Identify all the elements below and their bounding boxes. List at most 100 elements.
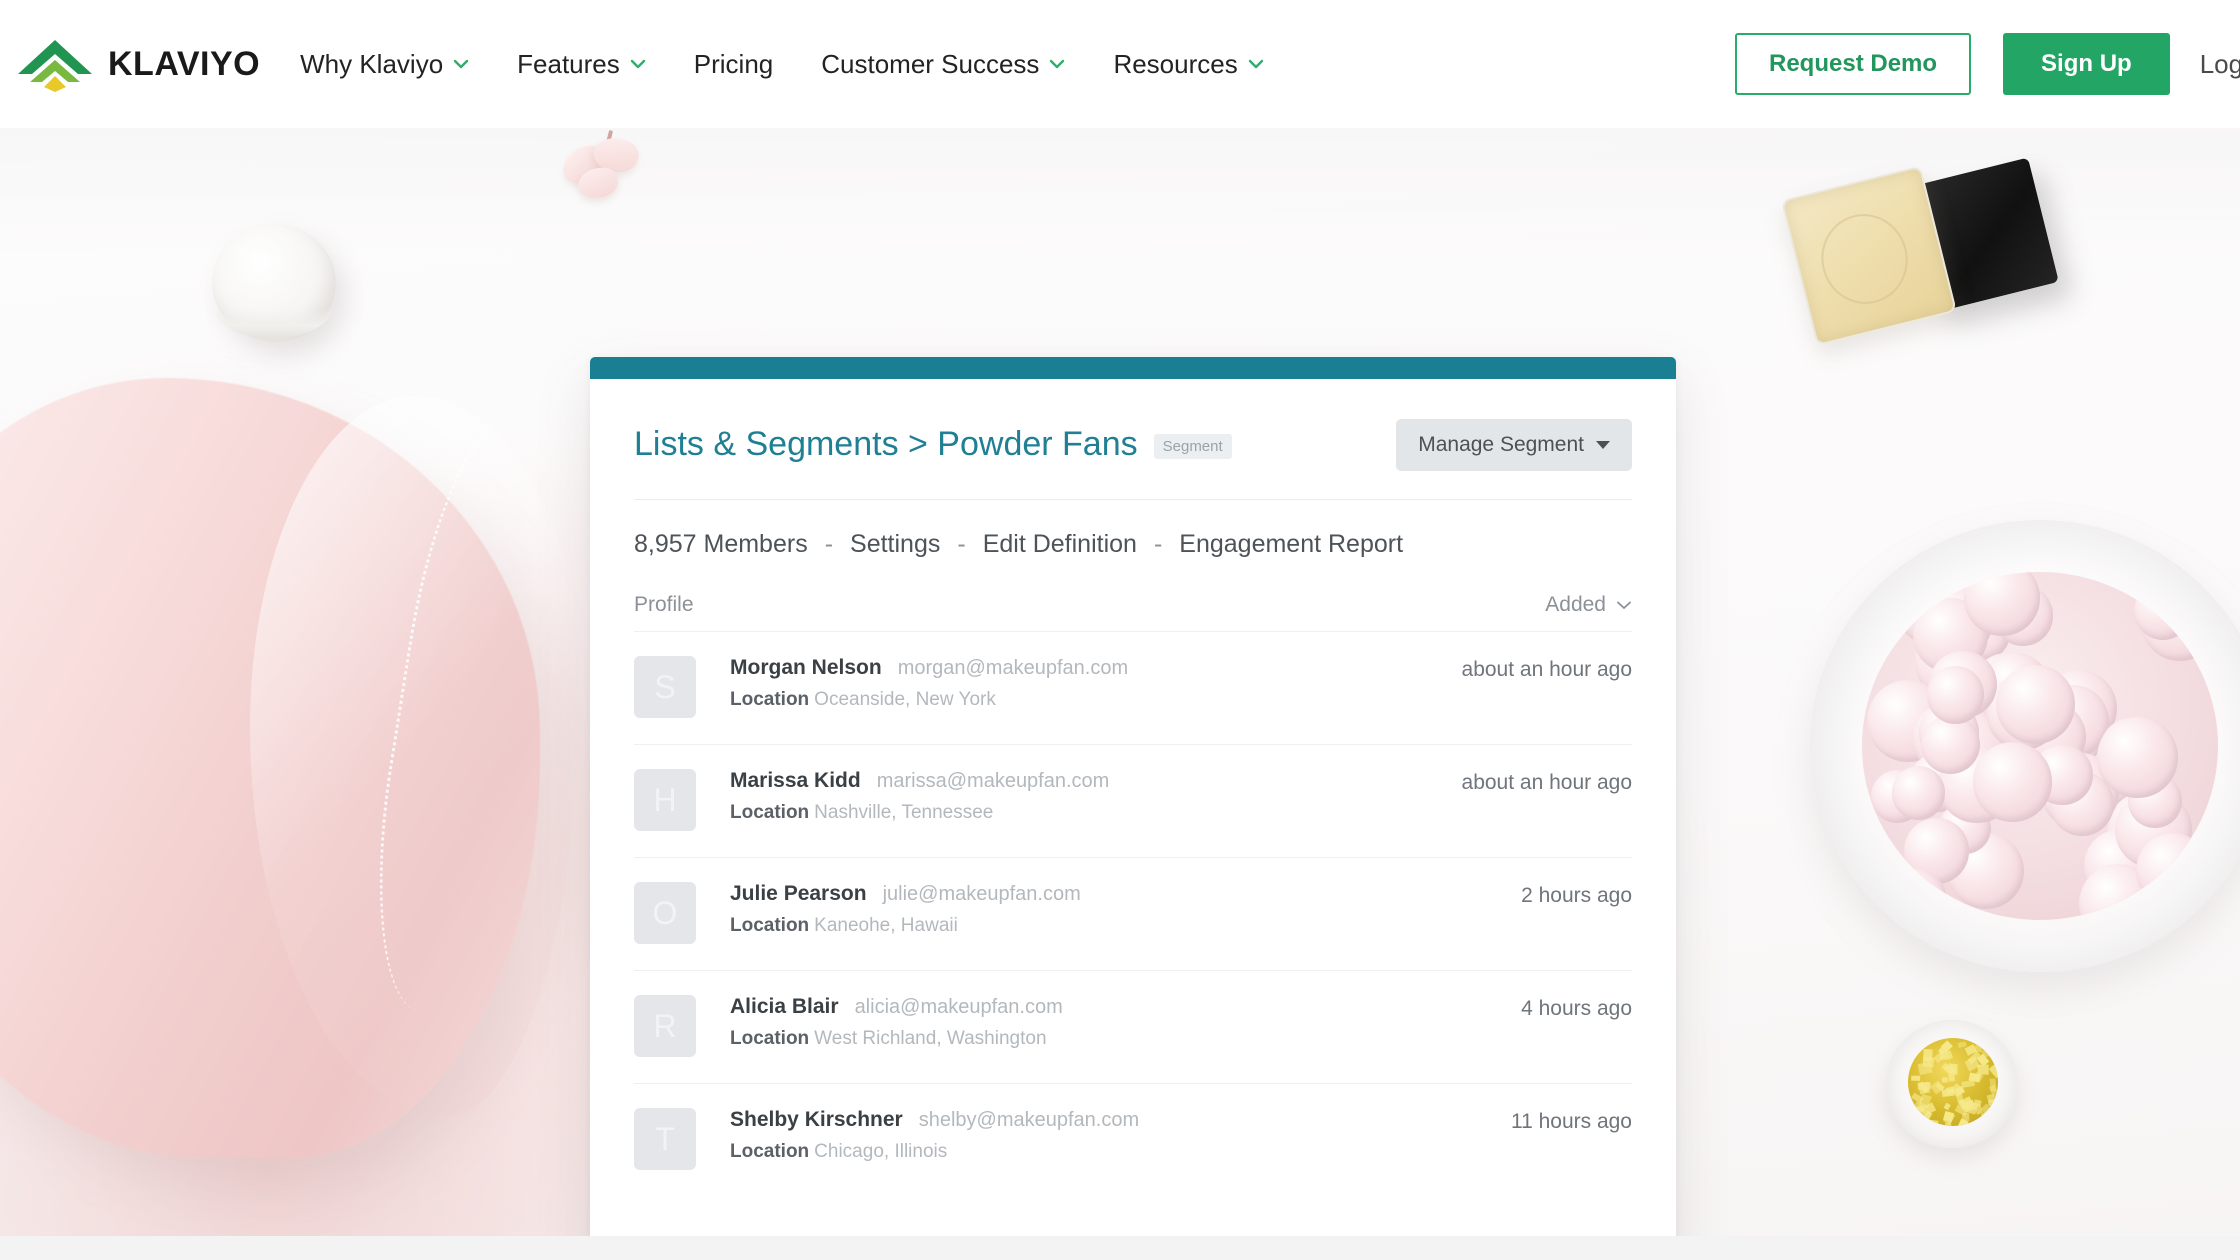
pearl — [2133, 581, 2192, 640]
subnav-separator: - — [1153, 530, 1163, 558]
profile-added-time: 11 hours ago — [1510, 1110, 1632, 1133]
profile-identity: Julie Pearson julie@makeupfan.com — [730, 882, 1497, 906]
profile-row[interactable]: S Morgan Nelson morgan@makeupfan.com Loc… — [634, 631, 1632, 744]
glitter-flake — [1941, 1087, 1955, 1097]
pearl — [2135, 832, 2210, 908]
profile-name[interactable]: Julie Pearson — [730, 882, 867, 906]
site-navbar: KLAVIYO Why Klaviyo Features Pricing Cus… — [0, 0, 2240, 128]
glitter-flake — [1910, 1076, 1921, 1082]
profile-row[interactable]: T Shelby Kirschner shelby@makeupfan.com … — [634, 1083, 1632, 1196]
profile-details: Shelby Kirschner shelby@makeupfan.com Lo… — [730, 1106, 1487, 1163]
subnav-separator: - — [957, 530, 966, 558]
location-value: Nashville, Tennessee — [814, 802, 994, 823]
location-value: Oceanside, New York — [814, 689, 996, 710]
pearl — [1891, 766, 1946, 820]
profile-location: Location Kaneohe, Hawaii — [730, 915, 1497, 937]
profile-row[interactable]: H Marissa Kidd marissa@makeupfan.com Loc… — [634, 744, 1632, 857]
nav-item-label: Why Klaviyo — [300, 48, 444, 79]
profile-email: julie@makeupfan.com — [882, 883, 1081, 905]
avatar: S — [634, 656, 696, 718]
log-in-link[interactable]: Log In — [2200, 49, 2240, 80]
nav-actions: Request Demo Sign Up Log In — [1735, 0, 2240, 128]
hero-section: Lists & Segments > Powder Fans Segment M… — [0, 128, 2240, 1260]
profile-row[interactable]: R Alicia Blair alicia@makeupfan.com Loca… — [634, 970, 1632, 1083]
location-value: West Richland, Washington — [814, 1028, 1047, 1049]
location-value: Kaneohe, Hawaii — [814, 915, 958, 936]
sign-up-button[interactable]: Sign Up — [2003, 33, 2170, 95]
chevron-down-icon — [1617, 601, 1631, 609]
profile-added-time: about an hour ago — [1461, 771, 1632, 794]
brand-logo[interactable]: KLAVIYO — [14, 34, 260, 94]
profile-added-time: 4 hours ago — [1521, 997, 1632, 1020]
nav-item-resources[interactable]: Resources — [1113, 49, 1263, 80]
profile-email: marissa@makeupfan.com — [876, 770, 1110, 792]
profile-name[interactable]: Morgan Nelson — [730, 656, 882, 680]
location-value: Chicago, Illinois — [814, 1141, 948, 1162]
pearl — [2097, 717, 2178, 798]
location-label: Location — [730, 802, 810, 823]
chevron-down-icon — [1050, 59, 1065, 69]
subnav-item-engagement-report[interactable]: Engagement Report — [1179, 530, 1403, 559]
profile-name[interactable]: Alicia Blair — [730, 995, 839, 1019]
manage-segment-button[interactable]: Manage Segment — [1396, 419, 1632, 471]
nav-item-features[interactable]: Features — [517, 49, 646, 80]
glitter-flake — [1995, 1105, 1998, 1119]
breadcrumb-text[interactable]: Lists & Segments > Powder Fans — [634, 425, 1138, 464]
avatar: T — [634, 1108, 696, 1170]
profile-row[interactable]: O Julie Pearson julie@makeupfan.com Loca… — [634, 857, 1632, 970]
card-accent-bar — [590, 357, 1676, 379]
profile-location: Location Nashville, Tennessee — [730, 802, 1438, 824]
profile-location: Location Oceanside, New York — [730, 689, 1438, 711]
nav-item-label: Resources — [1113, 48, 1238, 79]
nav-item-pricing[interactable]: Pricing — [694, 49, 773, 80]
glitter-flake — [1947, 1070, 1955, 1082]
glitter-flake — [1941, 1077, 1948, 1083]
profile-name[interactable]: Marissa Kidd — [730, 769, 861, 793]
glitter-flake — [1988, 1099, 1995, 1106]
nav-item-why-klaviyo[interactable]: Why Klaviyo — [300, 49, 469, 80]
glitter-flake — [1961, 1080, 1976, 1089]
profile-details: Morgan Nelson morgan@makeupfan.com Locat… — [730, 654, 1438, 711]
subnav-item-members: 8,957 Members — [634, 530, 808, 558]
location-label: Location — [730, 689, 810, 710]
nav-item-label: Features — [517, 48, 620, 79]
dried-flower-decoration — [557, 128, 646, 206]
pearl — [1995, 665, 2075, 744]
pearl — [1972, 742, 2053, 822]
caret-down-icon — [1596, 441, 1610, 449]
glitter-flake — [1943, 1102, 1952, 1111]
avatar: H — [634, 769, 696, 831]
card-body: Lists & Segments > Powder Fans Segment M… — [590, 379, 1676, 1196]
location-label: Location — [730, 1141, 810, 1162]
location-label: Location — [730, 915, 810, 936]
chevron-down-icon — [1248, 59, 1263, 69]
profile-list-header: Profile Added — [634, 593, 1632, 631]
manage-segment-label: Manage Segment — [1418, 433, 1584, 456]
subnav-item-settings[interactable]: Settings — [850, 530, 940, 559]
profile-column-label: Profile — [634, 593, 694, 616]
profile-email: alicia@makeupfan.com — [854, 996, 1063, 1018]
profile-identity: Morgan Nelson morgan@makeupfan.com — [730, 656, 1438, 680]
glitter-flake — [1988, 1064, 1998, 1079]
gold-glitter-jar-decoration — [1886, 1020, 2018, 1148]
card-header: Lists & Segments > Powder Fans Segment M… — [634, 379, 1632, 499]
nav-item-customer-success[interactable]: Customer Success — [821, 49, 1065, 80]
profile-location: Location Chicago, Illinois — [730, 1141, 1487, 1163]
glitter-flake — [1918, 1061, 1933, 1075]
request-demo-button[interactable]: Request Demo — [1735, 33, 1972, 95]
profile-details: Marissa Kidd marissa@makeupfan.com Locat… — [730, 767, 1438, 824]
profile-email: morgan@makeupfan.com — [897, 657, 1129, 679]
macaron-decoration — [212, 224, 336, 342]
nav-links: Why Klaviyo Features Pricing Customer Su… — [300, 49, 1264, 80]
sort-by-control[interactable]: Added — [1545, 593, 1632, 617]
glitter-flake — [1917, 1081, 1931, 1091]
subnav-item-edit-definition[interactable]: Edit Definition — [983, 530, 1137, 559]
glitter-flakes — [1908, 1038, 1998, 1126]
segment-subnav: 8,957 Members - Settings - Edit Definiti… — [634, 500, 1632, 593]
glitter-flake — [1925, 1119, 1939, 1126]
profile-identity: Shelby Kirschner shelby@makeupfan.com — [730, 1108, 1487, 1132]
profile-name[interactable]: Shelby Kirschner — [730, 1108, 903, 1132]
glitter-flake — [1940, 1048, 1948, 1060]
location-label: Location — [730, 1028, 810, 1049]
pearl — [1926, 666, 1985, 724]
